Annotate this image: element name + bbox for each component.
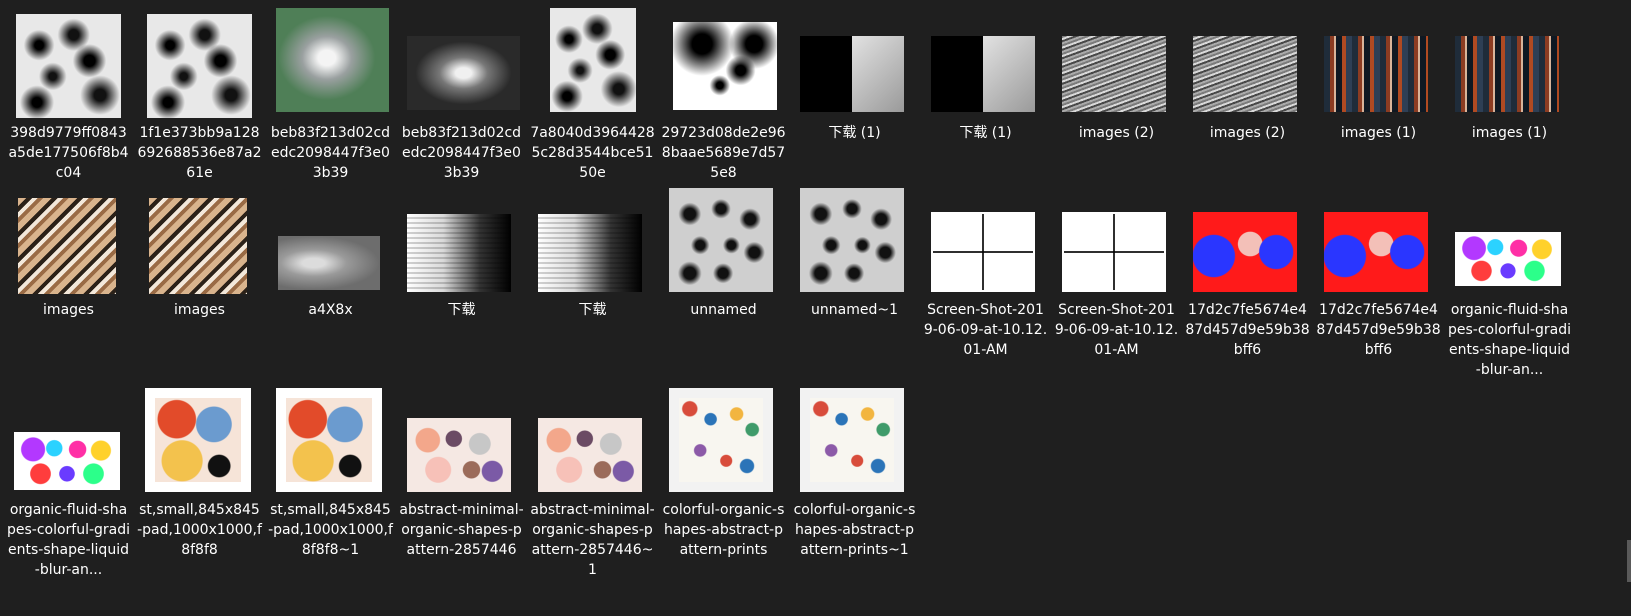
- thumbnail-frame: [669, 388, 782, 501]
- file-name: images (2): [1078, 125, 1155, 141]
- file-name: st,small,845x845-pad,1000x1000,f8f8f8~1: [268, 502, 393, 558]
- thumbnail-frame: [669, 188, 782, 301]
- file-name: beb83f213d02cdedc2098447f3e03b39: [270, 125, 391, 181]
- file-name: 398d9779ff0843a5de177506f8b4c04: [8, 125, 129, 181]
- thumbnail-image-icon: [145, 388, 251, 492]
- thumbnail-frame: [407, 388, 520, 501]
- thumbnail-image-icon: [407, 36, 520, 110]
- thumbnail-image-icon: [14, 432, 120, 490]
- thumbnail-frame: [407, 8, 520, 121]
- thumbnail-image-icon: [669, 188, 773, 292]
- file-name: 下载: [578, 302, 607, 318]
- thumbnail-frame: [1455, 8, 1568, 121]
- thumbnail-image-icon: [1324, 212, 1428, 292]
- file-name: abstract-minimal-organic-shapes-pattern-…: [399, 502, 524, 558]
- thumbnail-frame: [14, 8, 127, 121]
- thumbnail-frame: [1324, 188, 1437, 301]
- thumbnail-frame: [276, 388, 389, 501]
- thumbnail-image-icon: [149, 198, 247, 294]
- thumbnail-image-icon: [931, 212, 1035, 292]
- thumbnail-image-icon: [276, 388, 382, 492]
- thumbnail-image-icon: [407, 214, 511, 292]
- file-grid: 398d9779ff0843a5de177506f8b4c04 1f1e373b…: [0, 0, 1631, 616]
- file-name: colorful-organic-shapes-abstract-pattern…: [662, 502, 785, 558]
- thumbnail-image-icon: [538, 418, 642, 492]
- scrollbar-thumb[interactable]: [1627, 540, 1631, 582]
- thumbnail-frame: [800, 388, 913, 501]
- thumbnail-image-icon: [538, 214, 642, 292]
- thumbnail-frame: [800, 188, 913, 301]
- thumbnail-image-icon: [276, 8, 389, 112]
- file-name: 7a8040d39644285c28d3544bce5150e: [530, 125, 655, 181]
- thumbnail-frame: [1062, 188, 1175, 301]
- thumbnail-image-icon: [800, 36, 904, 112]
- thumbnail-frame: [538, 188, 651, 301]
- thumbnail-frame: [145, 8, 258, 121]
- file-name: colorful-organic-shapes-abstract-pattern…: [793, 502, 916, 558]
- thumbnail-frame: [931, 8, 1044, 121]
- file-name: images: [174, 302, 225, 318]
- thumbnail-image-icon: [18, 198, 116, 294]
- file-name: beb83f213d02cdedc2098447f3e03b39: [401, 125, 522, 181]
- file-name: 下载 (1): [828, 125, 881, 141]
- thumbnail-frame: [538, 388, 651, 501]
- thumbnail-image-icon: [669, 388, 773, 492]
- file-name: Screen-Shot-2019-06-09-at-10.12.01-AM: [923, 302, 1048, 358]
- thumbnail-frame: [1324, 8, 1437, 121]
- thumbnail-image-icon: [1062, 212, 1166, 292]
- file-name: 29723d08de2e968baae5689e7d575e8: [661, 125, 786, 181]
- thumbnail-image-icon: [800, 388, 904, 492]
- thumbnail-image-icon: [278, 236, 380, 290]
- thumbnail-image-icon: [1193, 36, 1297, 112]
- thumbnail-frame: [276, 188, 389, 301]
- file-name: organic-fluid-shapes-colorful-gradients-…: [1447, 302, 1572, 378]
- thumbnail-image-icon: [1193, 212, 1297, 292]
- thumbnail-frame: [538, 8, 651, 121]
- thumbnail-frame: [1455, 188, 1568, 301]
- file-name: st,small,845x845-pad,1000x1000,f8f8f8: [137, 502, 262, 558]
- thumbnail-frame: [14, 388, 127, 501]
- thumbnail-frame: [1193, 8, 1306, 121]
- thumbnail-image-icon: [16, 14, 121, 118]
- thumbnail-frame: [1193, 188, 1306, 301]
- file-name: 17d2c7fe5674e487d457d9e59b38bff6: [1185, 302, 1310, 358]
- thumbnail-image-icon: [1455, 232, 1561, 286]
- thumbnail-frame: [1062, 8, 1175, 121]
- file-name: organic-fluid-shapes-colorful-gradients-…: [6, 502, 131, 578]
- file-name: images (1): [1471, 125, 1548, 141]
- thumbnail-frame: [800, 8, 913, 121]
- file-name: 17d2c7fe5674e487d457d9e59b38bff6: [1316, 302, 1441, 358]
- thumbnail-image-icon: [673, 22, 777, 110]
- thumbnail-image-icon: [147, 14, 252, 118]
- thumbnail-frame: [407, 188, 520, 301]
- file-name: abstract-minimal-organic-shapes-pattern-…: [530, 502, 655, 578]
- thumbnail-image-icon: [1324, 36, 1428, 112]
- thumbnail-frame: [145, 388, 258, 501]
- file-name: images (2): [1209, 125, 1286, 141]
- thumbnail-image-icon: [407, 418, 511, 492]
- file-name: unnamed: [690, 302, 757, 318]
- file-name: Screen-Shot-2019-06-09-at-10.12.01-AM: [1054, 302, 1179, 358]
- file-name: images: [43, 302, 94, 318]
- thumbnail-frame: [276, 8, 389, 121]
- file-name: 1f1e373bb9a128692688536e87a261e: [137, 125, 262, 181]
- thumbnail-image-icon: [1062, 36, 1166, 112]
- thumbnail-frame: [145, 188, 258, 301]
- file-name: a4X8x: [308, 302, 353, 318]
- thumbnail-frame: [669, 8, 782, 121]
- thumbnail-image-icon: [1455, 36, 1559, 112]
- file-name: unnamed~1: [811, 302, 898, 318]
- file-name: 下载 (1): [959, 125, 1012, 141]
- thumbnail-frame: [931, 188, 1044, 301]
- file-name: 下载: [447, 302, 476, 318]
- thumbnail-image-icon: [931, 36, 1035, 112]
- thumbnail-image-icon: [550, 8, 636, 112]
- thumbnail-frame: [14, 188, 127, 301]
- thumbnail-image-icon: [800, 188, 904, 292]
- file-name: images (1): [1340, 125, 1417, 141]
